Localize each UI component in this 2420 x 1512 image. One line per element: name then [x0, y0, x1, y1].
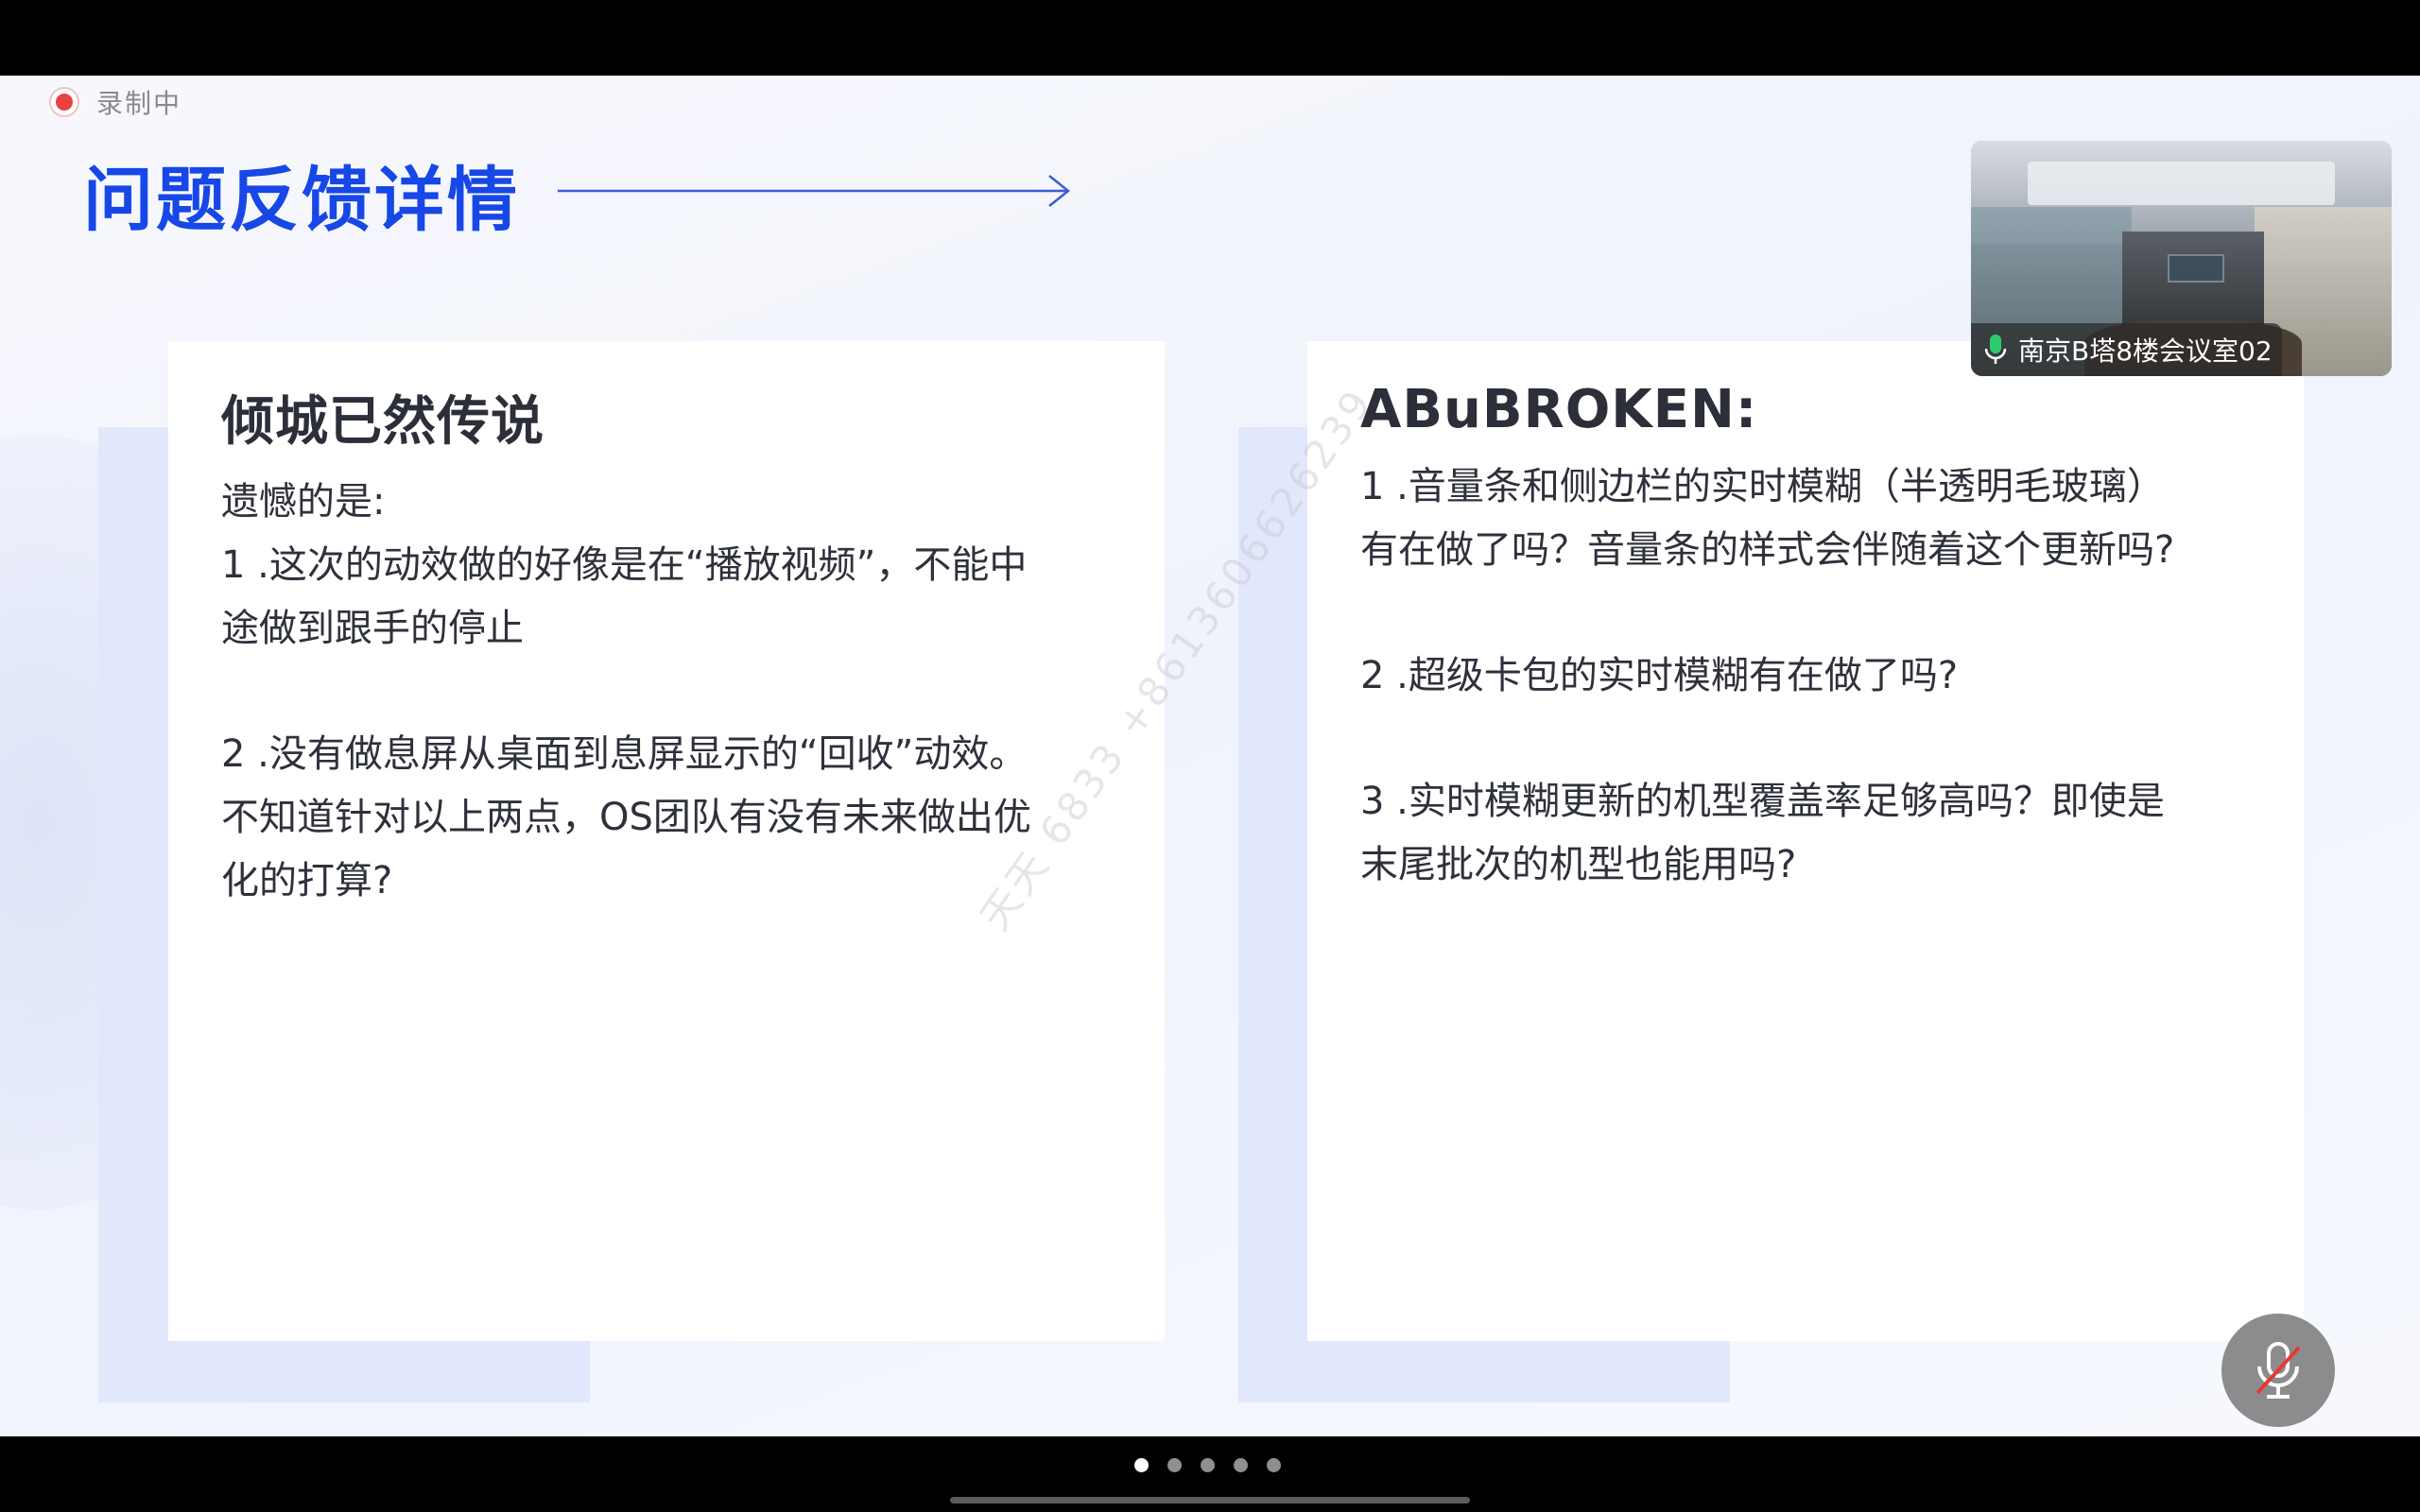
card-heading: ABuBROKEN:: [1360, 379, 1758, 440]
card-body: 1 .音量条和侧边栏的实时模糊（半透明毛玻璃） 有在做了吗？音量条的样式会伴随着…: [1360, 455, 2251, 897]
participant-label: 南京B塔8楼会议室02: [1971, 323, 2282, 376]
slide-title: 问题反馈详情: [83, 160, 520, 241]
video-room-screen: [2168, 254, 2224, 283]
presentation-stage: 录制中 问题反馈详情 倾城已然传说 遗憾的是: 1 .这次的动效做的好像是在“播…: [0, 76, 2420, 1436]
card-paragraph: 遗憾的是: 1 .这次的动效做的好像是在“播放视频”，不能中 途做到跟手的停止: [221, 480, 1028, 650]
video-ceiling-light: [2028, 162, 2335, 205]
record-dot-icon: [49, 87, 79, 117]
arrow-right-icon: [558, 175, 1071, 207]
page-dot[interactable]: [1234, 1458, 1248, 1472]
card-body: 遗憾的是: 1 .这次的动效做的好像是在“播放视频”，不能中 途做到跟手的停止 …: [221, 471, 1112, 913]
participant-video-tile[interactable]: 南京B塔8楼会议室02: [1971, 141, 2392, 376]
mute-toggle-button[interactable]: [2221, 1314, 2335, 1427]
home-indicator[interactable]: [950, 1497, 1470, 1503]
microphone-muted-icon: [2256, 1342, 2301, 1399]
page-indicator: [1134, 1458, 1281, 1472]
feedback-card-right: ABuBROKEN: 1 .音量条和侧边栏的实时模糊（半透明毛玻璃） 有在做了吗…: [1307, 341, 2304, 1341]
page-dot[interactable]: [1201, 1458, 1215, 1472]
page-dot[interactable]: [1267, 1458, 1281, 1472]
card-paragraph: 3 .实时模糊更新的机型覆盖率足够高吗？即使是 末尾批次的机型也能用吗?: [1360, 780, 2165, 886]
card-paragraph: 2 .没有做息屏从桌面到息屏显示的“回收”动效。 不知道针对以上两点，OS团队有…: [221, 732, 1031, 902]
card-paragraph: 2 .超级卡包的实时模糊有在做了吗?: [1360, 654, 1959, 697]
recording-indicator: 录制中: [49, 81, 182, 123]
recording-label: 录制中: [96, 88, 182, 119]
page-dot-active[interactable]: [1134, 1458, 1149, 1472]
participant-name: 南京B塔8楼会议室02: [2018, 335, 2273, 367]
page-dot[interactable]: [1167, 1458, 1182, 1472]
microphone-icon: [1984, 335, 2007, 364]
card-heading: 倾城已然传说: [221, 391, 544, 453]
card-paragraph: 1 .音量条和侧边栏的实时模糊（半透明毛玻璃） 有在做了吗？音量条的样式会伴随着…: [1360, 465, 2175, 572]
